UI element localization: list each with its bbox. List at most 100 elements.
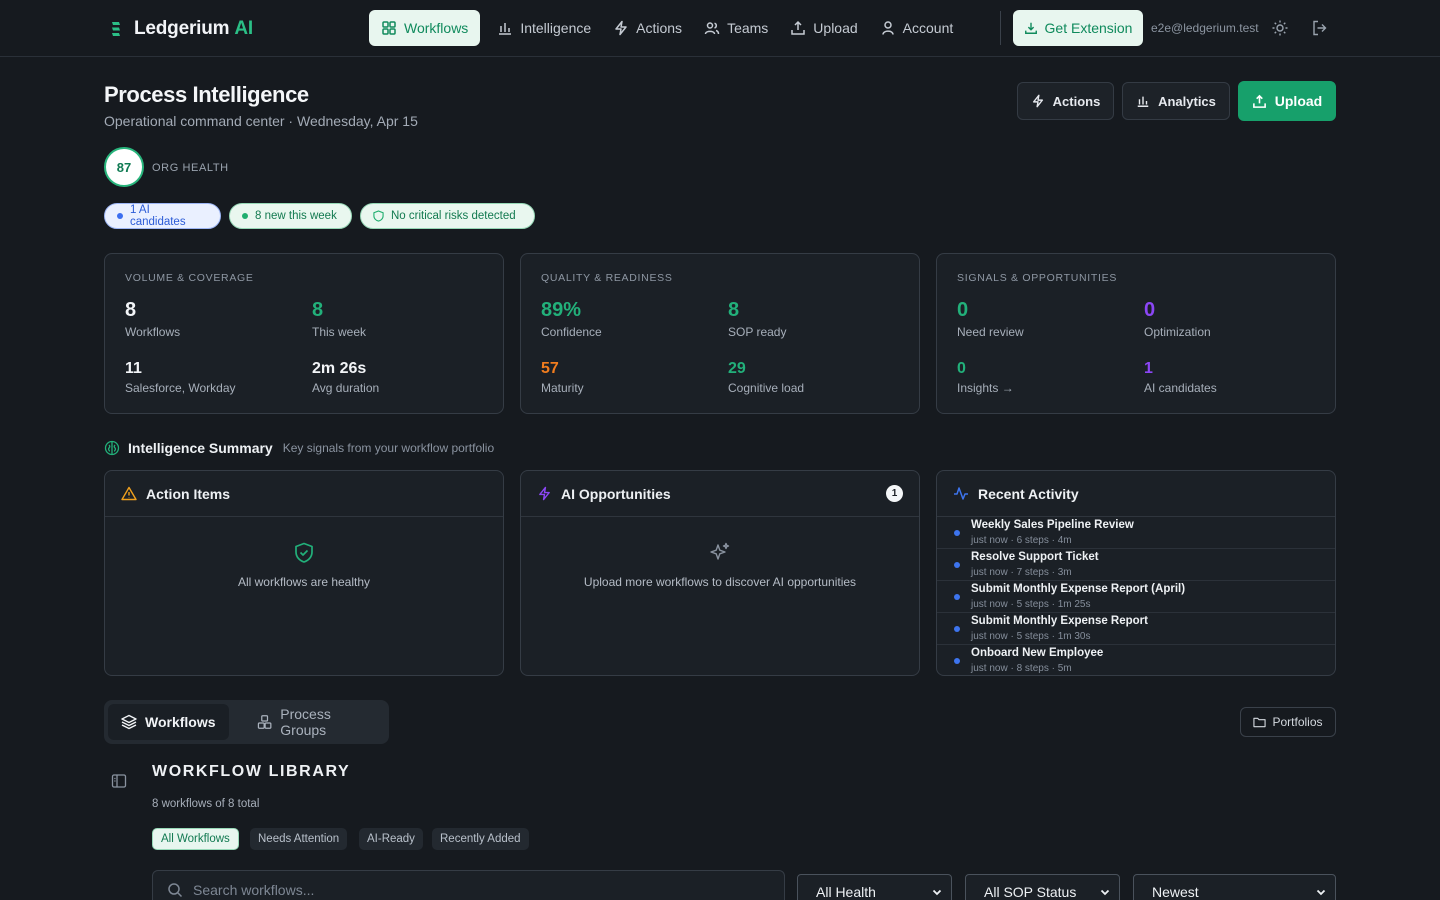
- metric-label: Maturity: [541, 381, 584, 395]
- activity-meta: just now · 5 steps · 1m 25s: [971, 599, 1091, 610]
- metric-value: 8: [728, 299, 740, 321]
- metric-value: 1: [1144, 360, 1153, 377]
- count-badge: 1: [886, 485, 903, 502]
- avg-duration-metric: 2m 26s Avg duration: [312, 360, 379, 395]
- new-this-week-pill[interactable]: 8 new this week: [229, 203, 352, 229]
- library-count: 8 workflows of 8 total: [152, 798, 260, 810]
- user-email: e2e@ledgerium.test: [1151, 21, 1259, 35]
- metric-value: 89%: [541, 299, 582, 321]
- org-health-label: ORG HEALTH: [152, 162, 229, 174]
- workflows-metric: 8 Workflows: [125, 299, 180, 339]
- download-icon: [1024, 22, 1037, 34]
- activity-item[interactable]: Weekly Sales Pipeline Review just now · …: [937, 517, 1335, 549]
- lightning-icon: [539, 486, 550, 501]
- page-title: Process Intelligence: [104, 82, 309, 107]
- empty-state: Upload more workflows to discover AI opp…: [521, 541, 919, 589]
- tab-workflows[interactable]: Workflows: [108, 704, 229, 740]
- activity-meta: just now · 7 steps · 3m: [971, 567, 1072, 578]
- folder-icon: [1253, 717, 1267, 728]
- activity-meta: just now · 6 steps · 4m: [971, 535, 1072, 546]
- activity-item[interactable]: Submit Monthly Expense Report (April) ju…: [937, 581, 1335, 613]
- activity-item[interactable]: Resolve Support Ticket just now · 7 step…: [937, 549, 1335, 581]
- optimization-metric[interactable]: 0 Optimization: [1144, 299, 1211, 339]
- ai-candidates-pill[interactable]: 1 AI candidates: [104, 203, 221, 229]
- user-icon: [881, 21, 894, 35]
- metric-label: Optimization: [1144, 325, 1211, 339]
- theme-toggle-sun-icon[interactable]: [1271, 19, 1289, 37]
- activity-item[interactable]: Submit Monthly Expense Report just now ·…: [937, 613, 1335, 645]
- ai-opportunities-panel: AI Opportunities 1 Upload more workflows…: [520, 470, 920, 676]
- empty-text: All workflows are healthy: [237, 575, 371, 589]
- logout-icon[interactable]: [1311, 19, 1329, 37]
- activity-meta: just now · 8 steps · 5m: [971, 663, 1072, 674]
- metric-value: 0: [957, 299, 969, 321]
- search-icon: [168, 883, 183, 898]
- sidebar-toggle-icon[interactable]: [111, 773, 127, 789]
- metric-label: SOP ready: [728, 325, 787, 339]
- filter-recently-added[interactable]: Recently Added: [432, 828, 529, 850]
- page-subtitle: Operational command center · Wednesday, …: [104, 113, 418, 129]
- metric-label: Avg duration: [312, 381, 380, 395]
- filter-needs-attention[interactable]: Needs Attention: [250, 828, 348, 850]
- nav-label: Intelligence: [520, 20, 592, 36]
- search-input[interactable]: [193, 882, 753, 898]
- actions-button[interactable]: Actions: [1017, 82, 1114, 120]
- status-dot: [954, 562, 960, 568]
- shield-check-icon: [295, 542, 313, 563]
- insights-metric[interactable]: 0 Insights →: [957, 360, 1014, 395]
- library-title: WORKFLOW LIBRARY: [152, 763, 351, 780]
- metric-value: 0: [1144, 299, 1156, 321]
- metric-value: 2m 26s: [312, 360, 367, 377]
- card-title: QUALITY & READINESS: [541, 272, 673, 284]
- status-dot: [954, 658, 960, 664]
- bar-chart-icon: [499, 23, 512, 35]
- brand-name: Ledgerium AI: [134, 18, 253, 39]
- upload-button[interactable]: Upload: [1238, 81, 1336, 121]
- ai-candidates-metric[interactable]: 1 AI candidates: [1144, 360, 1217, 395]
- pill-label: 1 AI candidates: [129, 204, 186, 228]
- recent-activity-panel: Recent Activity Weekly Sales Pipeline Re…: [936, 470, 1336, 676]
- metric-value: 0: [957, 360, 966, 377]
- layers-icon: [121, 714, 137, 730]
- sparkles-icon: [710, 542, 730, 560]
- nav-intelligence[interactable]: Intelligence: [486, 10, 602, 46]
- activity-name: Weekly Sales Pipeline Review: [971, 519, 1134, 531]
- volume-coverage-card: VOLUME & COVERAGE 8 Workflows 8 This wee…: [104, 253, 504, 414]
- need-review-metric[interactable]: 0 Need review: [957, 299, 1024, 339]
- no-risks-pill[interactable]: No critical risks detected: [360, 203, 535, 229]
- metric-label: Need review: [957, 325, 1024, 339]
- activity-item[interactable]: Onboard New Employee just now · 8 steps …: [937, 645, 1335, 675]
- upload-button-label: Upload: [1274, 93, 1323, 109]
- panel-title: AI Opportunities: [561, 485, 671, 502]
- filter-all-workflows[interactable]: All Workflows: [152, 828, 239, 850]
- metric-label: Confidence: [541, 325, 602, 339]
- metric-label: AI candidates: [1144, 381, 1217, 395]
- chevron-down-icon: [1100, 889, 1110, 896]
- sort-select[interactable]: Newest: [1133, 874, 1336, 900]
- bar-chart-icon: [1137, 96, 1149, 107]
- empty-state: All workflows are healthy: [105, 541, 503, 589]
- brand[interactable]: Ledgerium AI: [108, 18, 253, 40]
- panel-title: Action Items: [146, 485, 231, 502]
- users-icon: [704, 22, 720, 35]
- panel-title: Recent Activity: [978, 485, 1079, 502]
- lightning-icon: [615, 20, 627, 36]
- lightning-icon: [1032, 94, 1043, 108]
- get-extension-button[interactable]: Get Extension: [1013, 10, 1143, 46]
- top-navigation-bar: Ledgerium AI Workflows Intelligence Actio…: [0, 0, 1440, 57]
- nav-teams[interactable]: Teams: [693, 10, 779, 46]
- nav-workflows[interactable]: Workflows: [369, 10, 481, 46]
- apps-metric: 11 Salesforce, Workday: [125, 360, 236, 395]
- tab-process-groups[interactable]: Process Groups: [244, 704, 389, 740]
- activity-meta: just now · 5 steps · 1m 30s: [971, 631, 1091, 642]
- health-filter-select[interactable]: All Health: [797, 874, 952, 900]
- nav-actions[interactable]: Actions: [602, 10, 693, 46]
- filter-ai-ready[interactable]: AI-Ready: [359, 828, 423, 850]
- nav-upload[interactable]: Upload: [779, 10, 868, 46]
- sop-status-select[interactable]: All SOP Status: [965, 874, 1120, 900]
- analytics-button[interactable]: Analytics: [1122, 82, 1230, 120]
- nav-account[interactable]: Account: [869, 10, 965, 46]
- select-value: Newest: [1152, 884, 1199, 900]
- portfolios-button[interactable]: Portfolios: [1240, 707, 1336, 737]
- empty-text: Upload more workflows to discover AI opp…: [583, 575, 857, 589]
